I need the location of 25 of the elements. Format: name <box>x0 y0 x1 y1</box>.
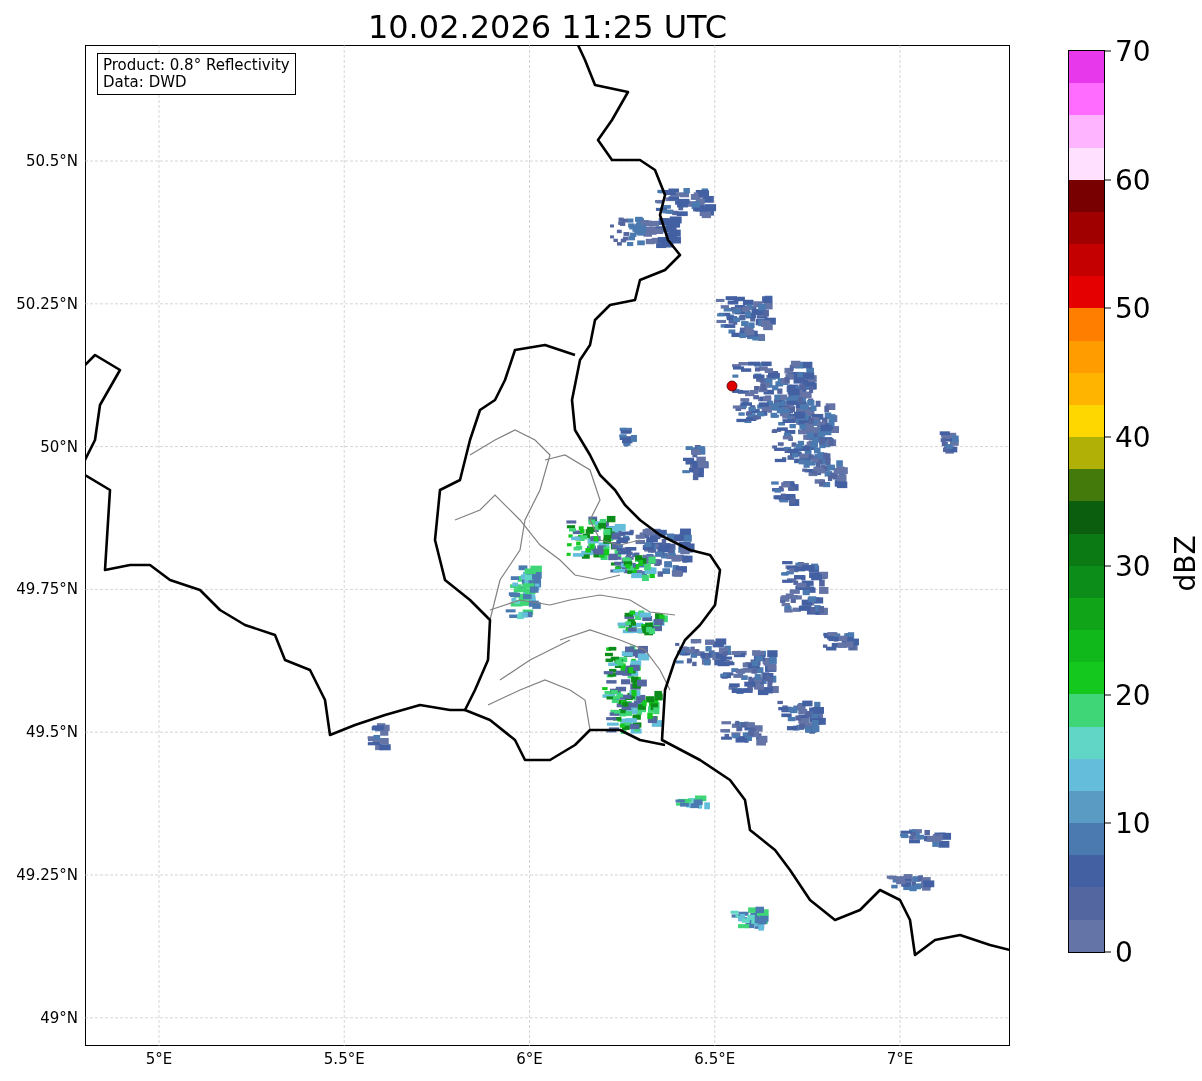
scale-label: 60 <box>1115 163 1151 197</box>
latitude-label: 49.5°N <box>25 723 78 742</box>
scale-label: 30 <box>1115 549 1151 583</box>
unit-label: dBZ <box>1168 534 1202 592</box>
latitude-label: 49.25°N <box>16 866 78 884</box>
latitude-label: 50.5°N <box>25 152 78 170</box>
scale-label: 20 <box>1115 678 1151 712</box>
longitude-label: 6°E <box>516 1050 543 1068</box>
latitude-label: 49°N <box>40 1008 78 1027</box>
latitude-label: 50°N <box>40 437 78 456</box>
longitude-label: 5°E <box>145 1050 173 1068</box>
scale-label: 10 <box>1115 806 1151 840</box>
info-text: Product: 0.8° Reflectivity <box>103 57 290 74</box>
scale-label: 0 <box>1115 935 1133 969</box>
info-text: Data: DWD <box>103 74 188 91</box>
radar-site-marker <box>726 380 738 392</box>
latitude-label: 50.25°N <box>16 294 78 313</box>
longitude-label: 6.5°E <box>694 1050 736 1068</box>
longitude-label: 7°E <box>886 1050 914 1068</box>
chart-title: 10.02.2026 11:25 UTC <box>366 7 729 45</box>
scale-label: 70 <box>1115 34 1151 68</box>
longitude-label: 5.5°E <box>323 1050 365 1068</box>
scale-label: 50 <box>1115 291 1151 325</box>
scale-label: 40 <box>1115 420 1151 454</box>
latitude-label: 49.75°N <box>16 580 78 599</box>
